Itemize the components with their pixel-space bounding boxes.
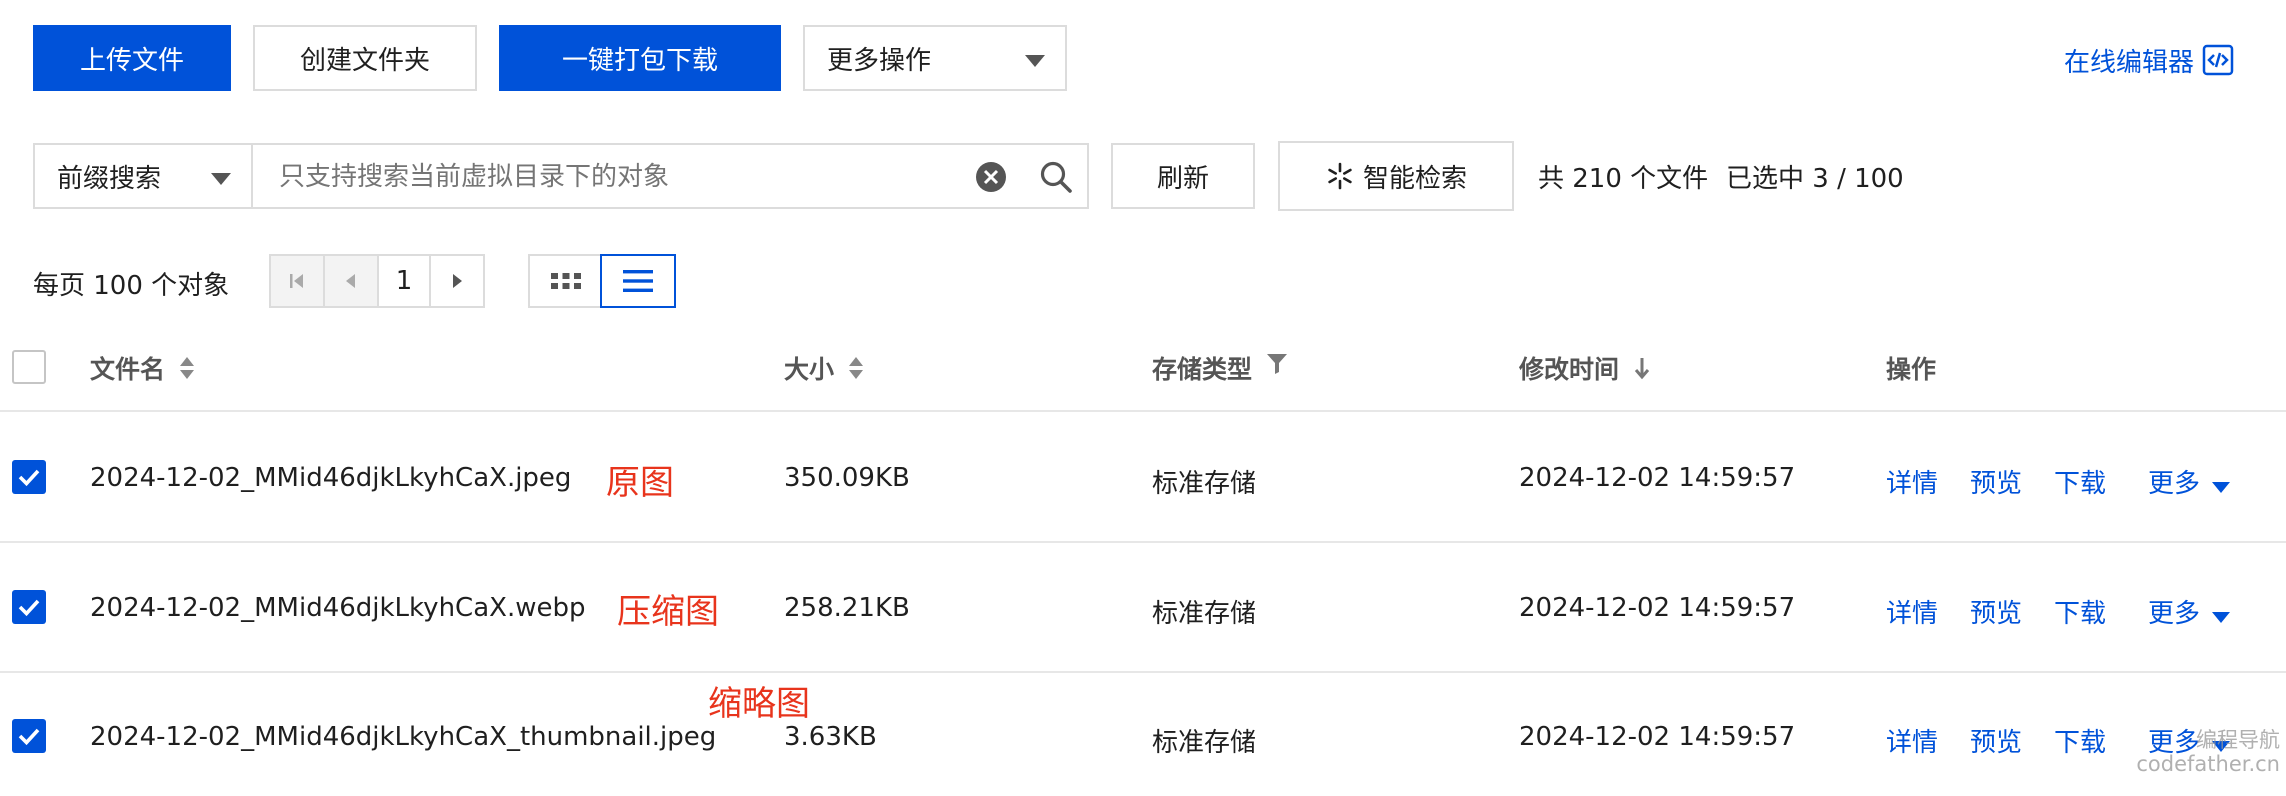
row-checkbox[interactable] — [12, 590, 46, 624]
arrow-down-icon — [1633, 355, 1651, 381]
search-mode-label: 前缀搜索 — [57, 163, 162, 194]
preview-link[interactable]: 预览 — [1970, 593, 2022, 630]
column-header-size-label: 大小 — [784, 355, 835, 384]
list-view-toggle[interactable] — [600, 254, 676, 308]
checkmark-icon — [18, 599, 40, 617]
selected-count: 已选中 3 / 100 — [1726, 164, 1904, 194]
column-header-actions: 操作 — [1886, 355, 1937, 384]
chevron-down-icon — [1025, 55, 1045, 67]
storage-type: 标准存储 — [1152, 599, 1257, 629]
more-dropdown[interactable]: 更多 — [2148, 593, 2231, 630]
sort-icon — [179, 355, 195, 381]
preview-link[interactable]: 预览 — [1970, 463, 2022, 500]
online-editor-label: 在线编辑器 — [2064, 47, 2195, 78]
search-icon[interactable] — [1039, 160, 1073, 194]
header-divider — [0, 410, 2286, 412]
current-page-input[interactable]: 1 — [377, 254, 431, 308]
next-page-button[interactable] — [429, 254, 485, 308]
watermark-url: codefather.cn — [2136, 752, 2280, 776]
column-header-name[interactable]: 文件名 — [90, 348, 195, 388]
create-folder-button[interactable]: 创建文件夹 — [253, 25, 477, 91]
column-header-storage-label: 存储类型 — [1152, 355, 1253, 384]
modified-time: 2024-12-02 14:59:57 — [1519, 463, 1796, 493]
caret-left-icon — [341, 271, 361, 291]
modified-time: 2024-12-02 14:59:57 — [1519, 593, 1796, 623]
file-name[interactable]: 2024-12-02_MMid46djkLkyhCaX.jpeg — [90, 463, 571, 493]
download-link[interactable]: 下载 — [2054, 463, 2106, 500]
first-page-button[interactable] — [269, 254, 325, 308]
row-checkbox[interactable] — [12, 460, 46, 494]
refresh-button[interactable]: 刷新 — [1111, 143, 1255, 209]
upload-file-button[interactable]: 上传文件 — [33, 25, 231, 91]
column-header-name-label: 文件名 — [90, 355, 166, 384]
annotation-label: 缩略图 — [708, 684, 810, 724]
select-all-checkbox[interactable] — [12, 350, 46, 384]
column-header-modified[interactable]: 修改时间 — [1519, 348, 1651, 388]
row-checkbox[interactable] — [12, 719, 46, 753]
prev-page-button[interactable] — [323, 254, 379, 308]
chevron-down-icon — [211, 173, 231, 185]
search-input[interactable] — [277, 155, 961, 199]
column-header-storage[interactable]: 存储类型 — [1152, 348, 1288, 388]
column-header-size[interactable]: 大小 — [784, 348, 864, 388]
file-size: 3.63KB — [784, 722, 877, 752]
storage-type: 标准存储 — [1152, 728, 1257, 758]
smart-search-label: 智能检索 — [1362, 163, 1467, 194]
row-divider — [0, 671, 2286, 673]
more-actions-dropdown[interactable]: 更多操作 — [803, 25, 1067, 91]
grid-view-icon — [550, 271, 582, 291]
preview-link[interactable]: 预览 — [1970, 722, 2022, 759]
watermark: 编程导航 codefather.cn — [2130, 728, 2280, 776]
column-header-modified-label: 修改时间 — [1519, 355, 1620, 384]
details-link[interactable]: 详情 — [1886, 593, 1938, 630]
smart-search-button[interactable]: 智能检索 — [1278, 141, 1514, 211]
code-editor-icon — [2202, 44, 2234, 76]
sort-icon — [848, 355, 864, 381]
caret-right-icon — [447, 271, 467, 291]
pack-download-button[interactable]: 一键打包下载 — [499, 25, 781, 91]
chevron-down-icon — [2212, 482, 2231, 493]
online-editor-link[interactable]: 在线编辑器 — [2064, 40, 2234, 80]
storage-type: 标准存储 — [1152, 469, 1257, 499]
total-files-count: 共 210 个文件 — [1538, 164, 1709, 194]
download-link[interactable]: 下载 — [2054, 593, 2106, 630]
download-link[interactable]: 下载 — [2054, 722, 2106, 759]
more-actions-label: 更多操作 — [827, 45, 932, 76]
search-mode-select[interactable]: 前缀搜索 — [33, 143, 253, 209]
annotation-label: 压缩图 — [617, 592, 719, 632]
details-link[interactable]: 详情 — [1886, 463, 1938, 500]
more-label: 更多 — [2148, 469, 2201, 499]
list-view-icon — [622, 268, 654, 294]
clear-icon[interactable] — [975, 161, 1007, 193]
modified-time: 2024-12-02 14:59:57 — [1519, 722, 1796, 752]
annotation-label: 原图 — [606, 463, 674, 503]
checkmark-icon — [18, 728, 40, 746]
file-size: 258.21KB — [784, 593, 910, 623]
watermark-title: 编程导航 — [2196, 728, 2280, 752]
file-size: 350.09KB — [784, 463, 910, 493]
more-label: 更多 — [2148, 599, 2201, 629]
checkmark-icon — [18, 469, 40, 487]
more-dropdown[interactable]: 更多 — [2148, 463, 2231, 500]
file-name[interactable]: 2024-12-02_MMid46djkLkyhCaX_thumbnail.jp… — [90, 722, 716, 752]
search-field[interactable] — [253, 143, 1089, 209]
first-page-icon — [287, 271, 307, 291]
row-divider — [0, 541, 2286, 543]
chevron-down-icon — [2212, 612, 2231, 623]
grid-view-toggle[interactable] — [528, 254, 604, 308]
details-link[interactable]: 详情 — [1886, 722, 1938, 759]
per-page-label: 每页 100 个对象 — [33, 271, 230, 301]
file-name[interactable]: 2024-12-02_MMid46djkLkyhCaX.webp — [90, 593, 585, 623]
sparkle-icon — [1325, 161, 1355, 191]
filter-icon[interactable] — [1266, 352, 1288, 376]
